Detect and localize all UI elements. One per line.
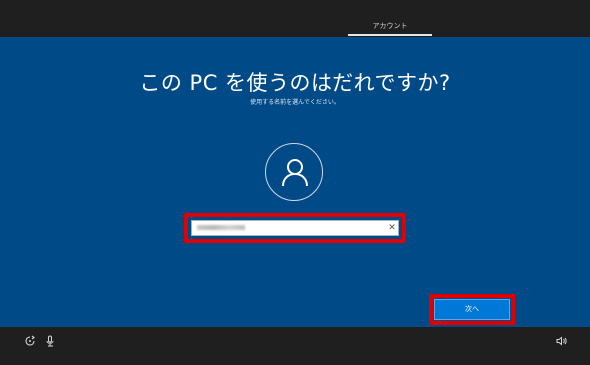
oobe-screen: アカウント この PC を使うのはだれですか? 使用する名前を選んでください。 … [0, 0, 590, 365]
username-blurred-text [197, 225, 245, 230]
volume-icon[interactable] [555, 333, 569, 347]
next-button[interactable]: 次へ [434, 299, 510, 320]
microphone-icon[interactable] [44, 333, 58, 347]
tab-underline [348, 34, 432, 36]
bottom-bar [0, 327, 590, 365]
page-title: この PC を使うのはだれですか? [139, 71, 451, 95]
user-icon [282, 159, 308, 187]
top-bar: アカウント [0, 0, 590, 37]
close-icon[interactable]: ✕ [387, 222, 397, 234]
page-subtitle: 使用する名前を選んでください。 [250, 99, 340, 106]
ease-of-access-icon[interactable] [23, 333, 37, 347]
main-panel: この PC を使うのはだれですか? 使用する名前を選んでください。 ✕ 次へ [0, 37, 590, 327]
tab-account: アカウント [372, 22, 408, 30]
avatar [265, 143, 323, 201]
